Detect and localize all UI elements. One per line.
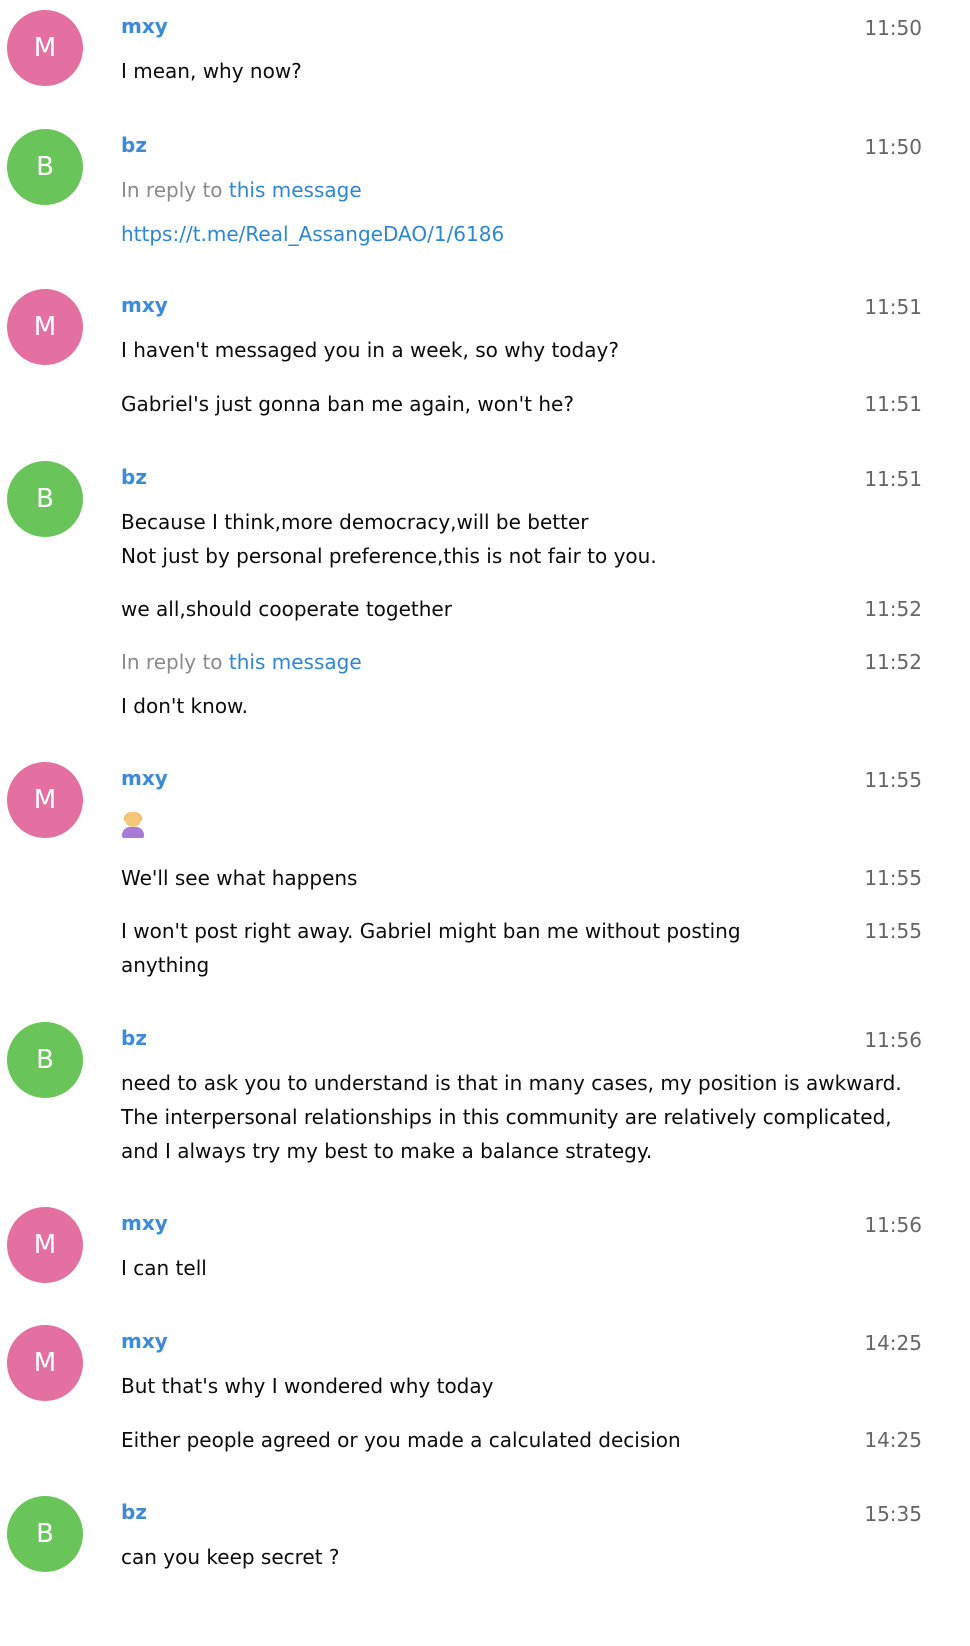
reply-link[interactable]: this message [229,178,362,202]
message-text: I won't post right away. Gabriel might b… [121,919,741,977]
message-text: I haven't messaged you in a week, so why… [121,338,619,362]
author-name[interactable]: bz [121,131,147,159]
message-text: I won't post right away. Gabriel might b… [121,914,922,982]
avatar[interactable]: B [7,1496,83,1572]
message-time: 14:25 [864,1331,922,1355]
message-time: 11:52 [864,650,922,674]
message-text: I don't know. [121,694,248,718]
reply-header: In reply to this message [121,645,922,679]
message-text: we all,should cooperate together [121,597,452,621]
message-time: 11:56 [864,1213,922,1237]
avatar[interactable]: M [7,289,83,365]
message-time: 11:51 [864,295,922,319]
message-text: need to ask you to understand is that in… [121,1066,930,1168]
message-text: I don't know. [121,689,922,723]
chat-history: M mxy 11:50 I mean, why now? B bz 11:50 … [0,0,970,1646]
reply-header: In reply to this message [121,173,922,207]
message-time: 15:35 [864,1502,922,1526]
reply-prefix: In reply to [121,178,223,202]
person-gesturing-no-emoji [121,811,145,838]
avatar[interactable]: M [7,762,83,838]
message-time: 11:51 [864,467,922,491]
message-time: 11:52 [864,597,922,621]
message-time: 11:55 [864,919,922,943]
author-name[interactable]: mxy [121,12,168,40]
message-text: But that's why I wondered why today [121,1369,922,1403]
author-name[interactable]: bz [121,463,147,491]
message-text: Either people agreed or you made a calcu… [121,1423,922,1457]
message-time: 11:56 [864,1028,922,1052]
author-name[interactable]: bz [121,1498,147,1526]
message-text: I can tell [121,1256,207,1280]
message-text: we all,should cooperate together [121,592,922,626]
message-text: can you keep secret ? [121,1540,922,1574]
message-text: I haven't messaged you in a week, so why… [121,333,922,367]
message-text: But that's why I wondered why today [121,1374,494,1398]
author-name[interactable]: mxy [121,291,168,319]
message-link[interactable]: https://t.me/Real_AssangeDAO/1/6186 [121,217,922,251]
message-text: https://t.me/Real_AssangeDAO/1/6186 [121,217,922,251]
reply-prefix: In reply to [121,650,223,674]
avatar[interactable]: B [7,1022,83,1098]
message-text: I can tell [121,1251,922,1285]
message-text: Because I think,more democracy,will be b… [121,510,657,568]
message-text: need to ask you to understand is that in… [121,1071,902,1163]
author-name[interactable]: mxy [121,764,168,792]
author-name[interactable]: mxy [121,1327,168,1355]
avatar[interactable]: B [7,129,83,205]
avatar[interactable]: B [7,461,83,537]
message-text: We'll see what happens [121,861,922,895]
message-time: 11:55 [864,768,922,792]
message-text: Because I think,more democracy,will be b… [121,505,922,573]
message-time: 11:50 [864,135,922,159]
message-text: I mean, why now? [121,59,302,83]
message-text: can you keep secret ? [121,1545,340,1569]
reply-link[interactable]: this message [229,650,362,674]
message-text: Gabriel's just gonna ban me again, won't… [121,392,574,416]
avatar[interactable]: M [7,10,83,86]
author-name[interactable]: mxy [121,1209,168,1237]
message-emoji [121,806,922,840]
avatar[interactable]: M [7,1207,83,1283]
message-text: We'll see what happens [121,866,358,890]
author-name[interactable]: bz [121,1024,147,1052]
message-time: 11:55 [864,866,922,890]
message-time: 11:50 [864,16,922,40]
message-time: 11:51 [864,392,922,416]
message-text: Gabriel's just gonna ban me again, won't… [121,387,922,421]
avatar[interactable]: M [7,1325,83,1401]
message-text: I mean, why now? [121,54,922,88]
message-time: 14:25 [864,1428,922,1452]
message-text: Either people agreed or you made a calcu… [121,1428,681,1452]
